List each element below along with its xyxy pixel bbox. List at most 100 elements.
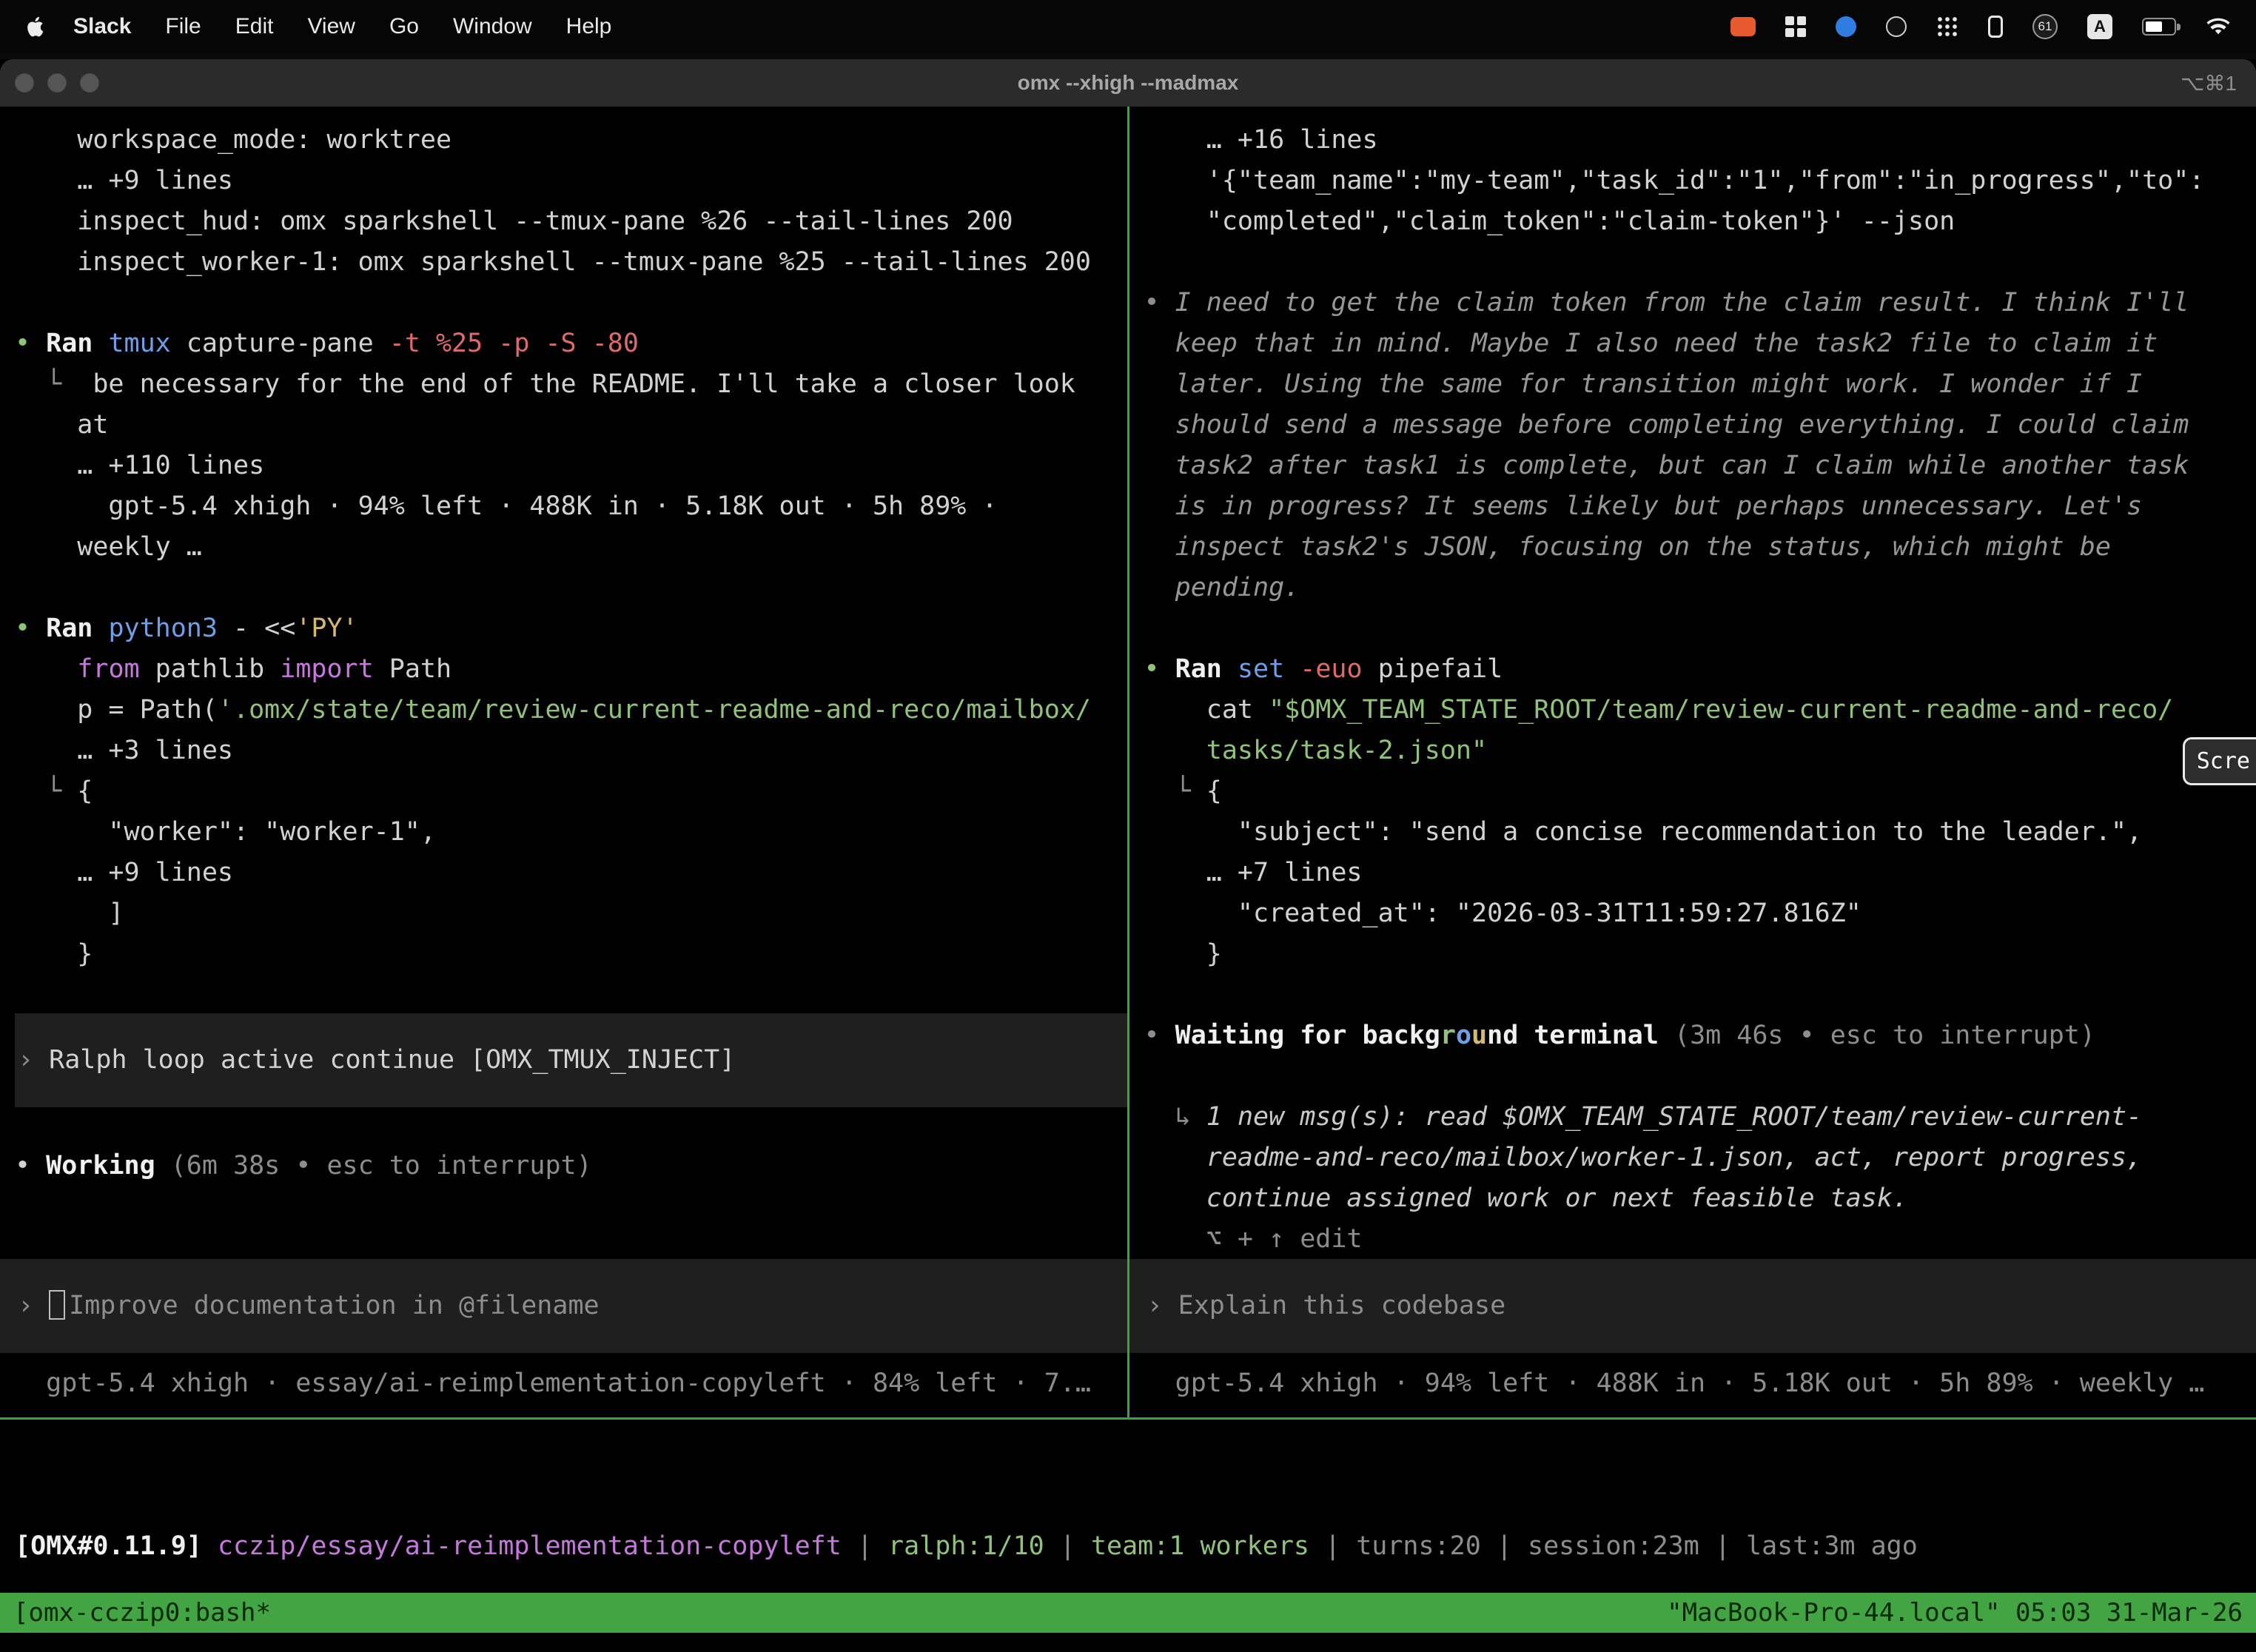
text-segment: {: [77, 776, 93, 806]
wifi-icon[interactable]: [2206, 17, 2231, 37]
battery-icon[interactable]: [2142, 18, 2176, 36]
grid-icon[interactable]: [1785, 16, 1806, 37]
inline-prompt-band: › Ralph loop active continue [OMX_TMUX_I…: [15, 1013, 1127, 1107]
text-segment: o: [1456, 1021, 1471, 1050]
menu-item-window[interactable]: Window: [453, 14, 532, 39]
terminal-line: should send a message before completing …: [1144, 405, 2256, 446]
text-segment: gpt-5.4 xhigh · 94% left · 488K in · 5.1…: [15, 491, 998, 521]
window-titlebar[interactable]: omx --xhigh --madmax ⌥⌘1: [0, 59, 2256, 107]
terminal-line: "created_at": "2026-03-31T11:59:27.816Z": [1144, 893, 2256, 934]
terminal-line: is in progress? It seems likely but perh…: [1144, 486, 2256, 527]
text-segment: from: [77, 654, 139, 684]
text-segment: •: [1144, 654, 1175, 684]
model-status-left: gpt-5.4 xhigh · essay/ai-reimplementatio…: [15, 1363, 1127, 1404]
menu-item-help[interactable]: Help: [566, 14, 612, 39]
terminal-line: gpt-5.4 xhigh · 94% left · 488K in · 5.1…: [15, 486, 1127, 527]
text-segment: pending.: [1144, 573, 1300, 602]
text-segment: (6m 38s • esc to interrupt): [171, 1151, 592, 1181]
dots-grid-icon[interactable]: [1936, 16, 1958, 38]
terminal-line: ]: [15, 893, 1127, 934]
terminal-line: keep that in mind. Maybe I also need the…: [1144, 323, 2256, 364]
terminal-line: "subject": "send a concise recommendatio…: [1144, 812, 2256, 853]
terminal-line: ⌥ + ↑ edit: [1144, 1219, 2256, 1259]
terminal-line: p = Path('.omx/state/team/review-current…: [15, 690, 1127, 731]
text-segment: pathlib: [140, 654, 281, 684]
prompt-chevron-icon: ›: [1147, 1291, 1178, 1320]
menu-item-go[interactable]: Go: [389, 14, 419, 39]
text-segment: … +9 lines: [15, 858, 233, 887]
text-segment: cat: [1144, 695, 1269, 725]
text-segment: - <<: [218, 614, 295, 643]
text-segment: 'PY': [295, 614, 357, 643]
text-segment: nd terminal: [1487, 1021, 1674, 1050]
zoom-button[interactable]: [80, 73, 99, 93]
text-segment: (3m 46s • esc to interrupt): [1674, 1021, 2095, 1050]
terminal-line: └ be necessary for the end of the README…: [15, 364, 1127, 405]
pane-left-scrollback: workspace_mode: worktree … +9 lines insp…: [15, 107, 1127, 1259]
desktop-gap: [0, 53, 2256, 59]
text-segment: is in progress? It seems likely but perh…: [1144, 491, 2143, 521]
terminal-line: └ {: [15, 771, 1127, 812]
tmux-panes: workspace_mode: worktree … +9 lines insp…: [0, 107, 2256, 1417]
terminal-line: └ {: [1144, 771, 2256, 812]
text-segment: -euo: [1284, 654, 1362, 684]
text-segment: └: [15, 776, 77, 806]
text-segment: r: [1440, 1021, 1456, 1050]
prompt-input-right[interactable]: › Explain this codebase: [1129, 1259, 2256, 1353]
text-segment: "subject": "send a concise recommendatio…: [1144, 817, 2143, 847]
device-icon[interactable]: [1988, 16, 2003, 38]
terminal-line: [1144, 975, 2256, 1015]
terminal-line: "worker": "worker-1",: [15, 812, 1127, 853]
text-segment: set: [1238, 654, 1284, 684]
text-segment: •: [1144, 1021, 1175, 1050]
terminal-line: }: [15, 934, 1127, 975]
terminal-line: at: [15, 405, 1127, 446]
terminal-line: • Ran set -euo pipefail: [1144, 649, 2256, 690]
screen-recording-indicator[interactable]: [1730, 17, 1756, 36]
terminal-line: … +9 lines: [15, 853, 1127, 893]
menu-item-file[interactable]: File: [165, 14, 201, 39]
text-segment: |: [1309, 1531, 1356, 1561]
terminal-line: tasks/task-2.json": [1144, 731, 2256, 771]
menu-bar-left: Slack File Edit View Go Window Help: [25, 14, 611, 39]
prompt-input-left[interactable]: › Improve documentation in @filename: [0, 1259, 1127, 1353]
text-segment: |: [842, 1531, 888, 1561]
text-segment: python3: [108, 614, 218, 643]
text-segment: Ran: [46, 614, 108, 643]
terminal-line: '{"team_name":"my-team","task_id":"1","f…: [1144, 161, 2256, 201]
input-source-icon[interactable]: A: [2087, 14, 2112, 39]
text-segment: ]: [15, 899, 124, 928]
terminal-line: later. Using the same for transition mig…: [1144, 364, 2256, 405]
terminal-line: task2 after task1 is complete, but can I…: [1144, 446, 2256, 486]
text-segment: keep that in mind. Maybe I also need the…: [1144, 329, 2158, 358]
close-button[interactable]: [15, 73, 34, 93]
menu-app-name[interactable]: Slack: [73, 14, 131, 39]
text-segment: Ran: [1175, 654, 1238, 684]
badge-61[interactable]: 61: [2032, 14, 2058, 39]
circle-app-icon[interactable]: [1886, 16, 1907, 37]
pane-right[interactable]: … +16 lines '{"team_name":"my-team","tas…: [1127, 107, 2256, 1417]
text-segment: •: [15, 614, 46, 643]
apple-menu-icon[interactable]: [25, 15, 45, 38]
menu-item-edit[interactable]: Edit: [235, 14, 274, 39]
minimize-button[interactable]: [47, 73, 67, 93]
text-segment: ⌥ + ↑ edit: [1144, 1224, 1363, 1254]
traffic-lights: [0, 73, 99, 93]
terminal-line: [1144, 608, 2256, 649]
menu-item-view[interactable]: View: [307, 14, 355, 39]
terminal-line: … +110 lines: [15, 446, 1127, 486]
pane-left[interactable]: workspace_mode: worktree … +9 lines insp…: [0, 107, 1127, 1417]
text-segment: |: [1481, 1531, 1528, 1561]
text-segment: •: [15, 329, 46, 358]
window-title: omx --xhigh --madmax: [0, 71, 2256, 95]
text-segment: [OMX#0.11.9]: [15, 1531, 218, 1561]
terminal-line: }: [1144, 934, 2256, 975]
text-segment: •: [1144, 288, 1175, 318]
terminal-line: pending.: [1144, 568, 2256, 608]
model-status-right: gpt-5.4 xhigh · 94% left · 488K in · 5.1…: [1144, 1363, 2256, 1404]
text-segment: "created_at": "2026-03-31T11:59:27.816Z": [1144, 899, 1861, 928]
terminal-line: inspect task2's JSON, focusing on the st…: [1144, 527, 2256, 568]
text-segment: {: [1206, 776, 1222, 806]
blue-app-icon[interactable]: [1836, 16, 1856, 37]
text-segment: capture-pane: [171, 329, 389, 358]
